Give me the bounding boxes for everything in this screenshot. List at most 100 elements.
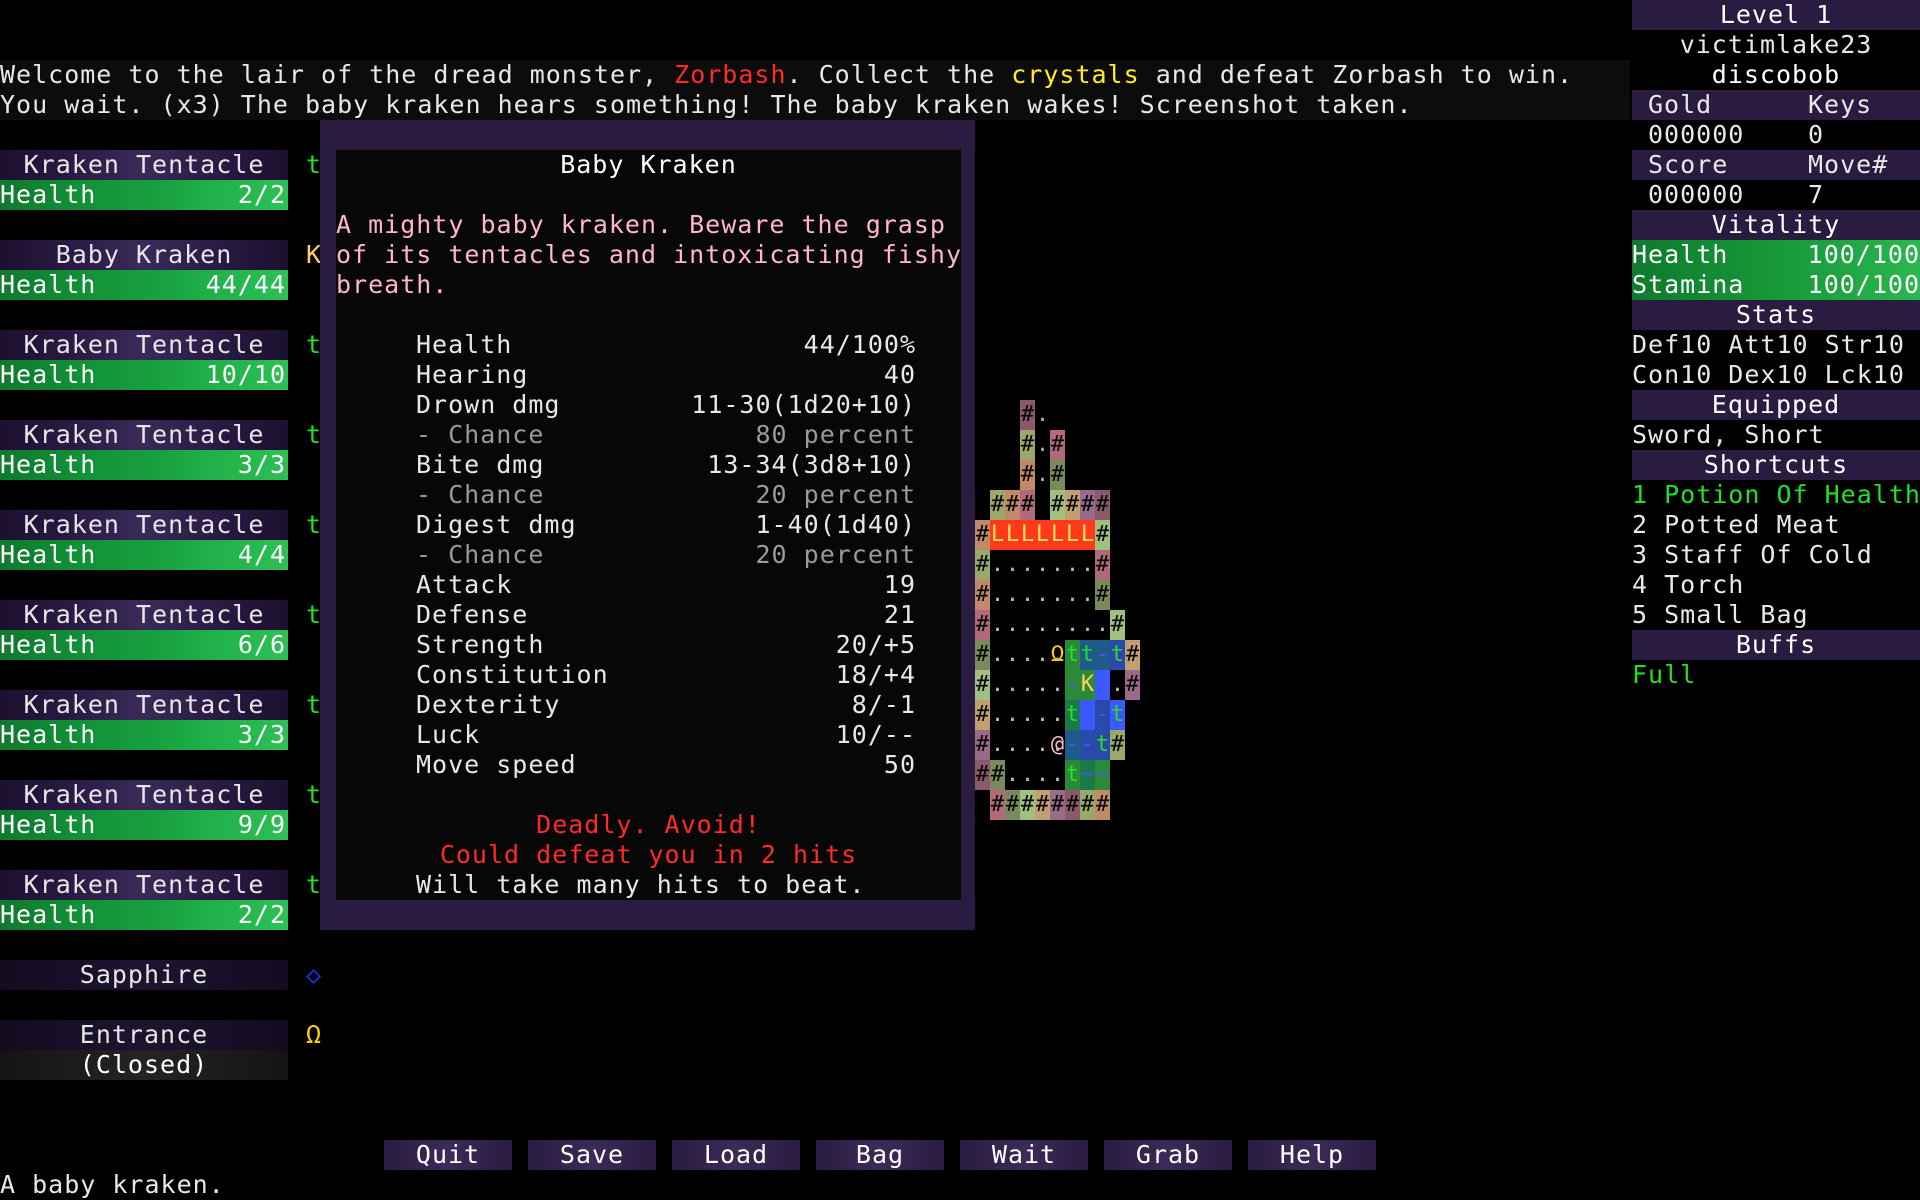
lava-tile: L — [1020, 520, 1035, 550]
floor-tile: . — [1080, 552, 1095, 577]
stat-label: Constitution — [416, 660, 609, 689]
monster-name[interactable]: Kraken Tentacle — [0, 690, 288, 720]
monster-name[interactable]: Kraken Tentacle — [0, 870, 288, 900]
stat-label: Drown dmg — [416, 390, 561, 419]
floor-tile: . — [1035, 642, 1050, 667]
lava-tile: L — [1065, 520, 1080, 550]
shortcut-item[interactable]: 4 Torch — [1632, 570, 1920, 600]
stat-value: 80 percent — [755, 420, 916, 449]
floor-tile: . — [990, 672, 1005, 697]
wall-tile: # — [975, 760, 990, 790]
wall-tile: # — [1080, 790, 1095, 820]
floor-tile: . — [1050, 552, 1065, 577]
stats-line: Def10 Att10 Str10 — [1632, 330, 1905, 359]
health-value: 2/2 — [237, 900, 286, 929]
monster-name[interactable]: Kraken Tentacle — [0, 510, 288, 540]
water-tile: - — [1080, 730, 1095, 760]
health-value: 2/2 — [237, 180, 286, 209]
log-line-1: Welcome to the lair of the dread monster… — [0, 60, 1630, 90]
bag-button[interactable]: Bag — [816, 1140, 944, 1170]
stat-row: Luck 10/-- — [416, 720, 916, 750]
monster-name[interactable]: Kraken Tentacle — [0, 600, 288, 630]
keys-value: 0 — [1808, 120, 1825, 149]
floor-tile: . — [1035, 762, 1050, 787]
shortcut-item[interactable]: 5 Small Bag — [1632, 600, 1920, 630]
gold-value: 000000 — [1648, 120, 1745, 149]
shortcut-item[interactable]: 1 Potion Of Health — [1632, 480, 1920, 510]
kraken-tentacle: t — [1110, 640, 1125, 670]
floor-tile: . — [1005, 612, 1020, 637]
floor-tile: . — [1005, 702, 1020, 727]
stat-row: Strength 20/+5 — [416, 630, 916, 660]
entrance-icon: Ω — [305, 1020, 323, 1049]
stat-row: Health 44/100% — [416, 330, 916, 360]
danger-warning: Deadly. Avoid! — [536, 810, 761, 839]
stat-row: Drown dmg 11-30(1d20+10) — [416, 390, 916, 420]
floor-tile: . — [1005, 642, 1020, 667]
shortcut-item[interactable]: 3 Staff Of Cold — [1632, 540, 1920, 570]
help-button[interactable]: Help — [1248, 1140, 1376, 1170]
water-tile: - — [1095, 670, 1110, 700]
log-crystals: crystals — [1011, 60, 1140, 89]
wall-tile: # — [1020, 430, 1035, 460]
wall-tile: # — [975, 550, 990, 580]
monster-name[interactable]: Kraken Tentacle — [0, 150, 288, 180]
shortcut-item[interactable]: 2 Potted Meat — [1632, 510, 1920, 540]
stat-value: 50 — [883, 750, 916, 779]
floor-tile: . — [1035, 432, 1050, 457]
wall-tile: # — [975, 520, 990, 550]
stamina-bar: Stamina 100/100 — [1632, 270, 1920, 300]
score-move-header: Score Move# — [1632, 150, 1920, 180]
wall-tile: # — [1065, 490, 1080, 520]
baby-kraken: K — [1080, 670, 1095, 700]
load-button[interactable]: Load — [672, 1140, 800, 1170]
floor-tile: . — [1065, 552, 1080, 577]
monster-name[interactable]: Kraken Tentacle — [0, 330, 288, 360]
floor-tile: . — [1050, 702, 1065, 727]
wall-tile: # — [1020, 490, 1035, 520]
item-sapphire[interactable]: Sapphire — [0, 960, 288, 990]
stat-row: Dexterity 8/-1 — [416, 690, 916, 720]
floor-tile: . — [1110, 672, 1125, 697]
monster-health-bar: Health 3/3 — [0, 450, 288, 480]
log-line-2: You wait. (x3) The baby kraken hears som… — [0, 90, 1630, 120]
wall-tile: # — [1050, 430, 1065, 460]
monster-name[interactable]: Baby Kraken — [0, 240, 288, 270]
save-button[interactable]: Save — [528, 1140, 656, 1170]
move-value: 7 — [1808, 180, 1825, 209]
stat-value: 21 — [883, 600, 916, 629]
item-entrance[interactable]: Entrance — [0, 1020, 288, 1050]
equipped-item[interactable]: Sword, Short — [1632, 420, 1920, 450]
dungeon-map[interactable]: #. # #. # #. # # # # # # # # L L L L L L L # #....... # #......… — [975, 400, 1205, 920]
floor-tile: . — [1035, 402, 1050, 427]
entrance-state: (Closed) — [0, 1050, 288, 1080]
floor-tile: . — [1035, 612, 1050, 637]
log-monster-name: Zorbash — [674, 60, 787, 89]
stat-row: Constitution 18/+4 — [416, 660, 916, 690]
health-value: 10/10 — [205, 360, 286, 389]
lava-tile: L — [1050, 520, 1065, 550]
quit-button[interactable]: Quit — [384, 1140, 512, 1170]
water-tile: - — [1065, 670, 1080, 700]
wall-tile: # — [1005, 790, 1020, 820]
sapphire-icon: ◇ — [305, 960, 323, 989]
monster-name[interactable]: Kraken Tentacle — [0, 780, 288, 810]
wall-tile: # — [1095, 520, 1110, 550]
kraken-tentacle: t — [1065, 640, 1080, 670]
monster-health-bar: Health 2/2 — [0, 900, 288, 930]
stat-value: 10/-- — [835, 720, 916, 749]
floor-tile: . — [1020, 702, 1035, 727]
score-move-values: 000000 7 — [1632, 180, 1920, 210]
grab-button[interactable]: Grab — [1104, 1140, 1232, 1170]
wall-tile: # — [1110, 610, 1125, 640]
lava-tile: L — [1080, 520, 1095, 550]
water-tile: ~ — [1080, 760, 1095, 790]
wait-button[interactable]: Wait — [960, 1140, 1088, 1170]
floor-tile: . — [1035, 552, 1050, 577]
wall-tile: # — [975, 640, 990, 670]
stat-label: Bite dmg — [416, 450, 545, 479]
monster-name[interactable]: Kraken Tentacle — [0, 420, 288, 450]
lava-tile: L — [990, 520, 1005, 550]
health-label: Health — [0, 540, 97, 569]
stat-value: 1-40(1d40) — [755, 510, 916, 539]
